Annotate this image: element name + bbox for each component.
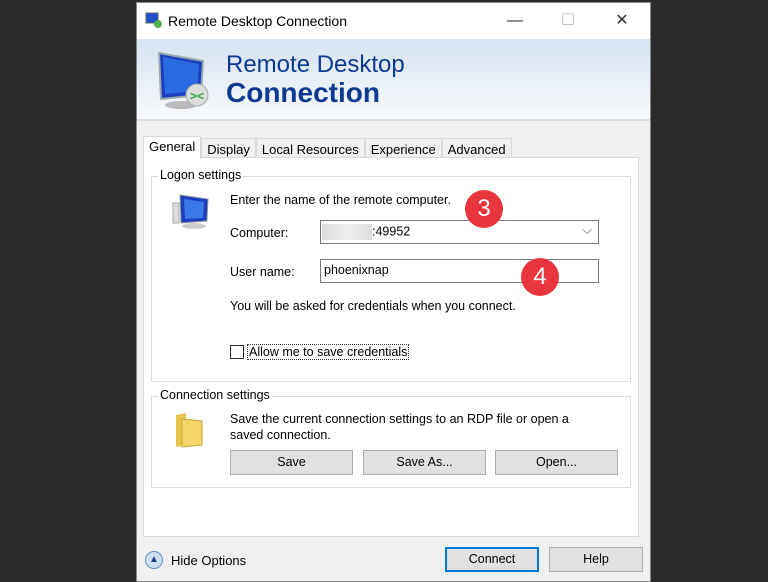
credentials-note: You will be asked for credentials when y… bbox=[230, 299, 516, 313]
remote-desktop-logo-icon: >< bbox=[157, 51, 209, 109]
logon-prompt: Enter the name of the remote computer. bbox=[230, 193, 451, 207]
banner: >< Remote Desktop Connection bbox=[137, 39, 650, 121]
hide-options-link[interactable]: Hide Options bbox=[171, 553, 246, 568]
logon-settings-title: Logon settings bbox=[158, 168, 244, 182]
tab-local-resources[interactable]: Local Resources bbox=[255, 138, 365, 158]
rdp-app-icon bbox=[145, 12, 162, 28]
tab-display[interactable]: Display bbox=[201, 138, 256, 158]
username-label: User name: bbox=[230, 265, 295, 279]
connection-text: Save the current connection settings to … bbox=[230, 412, 569, 442]
computer-value: :49952 bbox=[372, 224, 411, 239]
tab-experience[interactable]: Experience bbox=[364, 138, 442, 158]
close-button[interactable]: ✕ bbox=[599, 3, 645, 39]
save-button[interactable]: Save bbox=[230, 450, 353, 475]
open-button[interactable]: Open... bbox=[495, 450, 618, 475]
maximize-button[interactable]: ☐ bbox=[545, 3, 591, 39]
computer-combobox[interactable]: :49952 ⌵ bbox=[320, 220, 599, 244]
minimize-button[interactable]: — bbox=[492, 3, 538, 39]
logon-settings-group: Logon settings Enter the name of the rem… bbox=[151, 168, 631, 382]
save-credentials-checkbox[interactable] bbox=[230, 345, 244, 359]
redacted-host bbox=[322, 224, 372, 240]
window-title: Remote Desktop Connection bbox=[168, 13, 347, 29]
tab-bar: General Display Local Resources Experien… bbox=[143, 136, 512, 159]
step-4-badge: 4 bbox=[521, 258, 559, 296]
help-button[interactable]: Help bbox=[549, 547, 643, 572]
banner-title-line1: Remote Desktop bbox=[226, 51, 405, 78]
hide-options-chevron-up-icon[interactable]: ▲ bbox=[145, 551, 163, 569]
connect-button[interactable]: Connect bbox=[445, 547, 539, 572]
connection-settings-title: Connection settings bbox=[158, 388, 272, 402]
banner-title-line2: Connection bbox=[226, 77, 380, 108]
save-as-button[interactable]: Save As... bbox=[363, 450, 486, 475]
title-bar: Remote Desktop Connection — ☐ ✕ bbox=[137, 3, 650, 39]
tab-general[interactable]: General bbox=[143, 136, 202, 159]
computer-label: Computer: bbox=[230, 226, 289, 240]
svg-text:><: >< bbox=[190, 89, 204, 103]
save-credentials-label[interactable]: Allow me to save credentials bbox=[247, 344, 410, 360]
step-3-badge: 3 bbox=[465, 190, 503, 228]
general-tab-panel: Logon settings Enter the name of the rem… bbox=[143, 157, 639, 537]
computer-icon bbox=[172, 194, 209, 229]
rdp-window: Remote Desktop Connection — ☐ ✕ >< Remot… bbox=[136, 2, 651, 582]
connection-settings-group: Connection settings Save the current con… bbox=[151, 388, 631, 488]
folder-icon bbox=[176, 413, 203, 448]
chevron-down-icon[interactable]: ⌵ bbox=[583, 223, 592, 238]
tab-advanced[interactable]: Advanced bbox=[441, 138, 512, 158]
